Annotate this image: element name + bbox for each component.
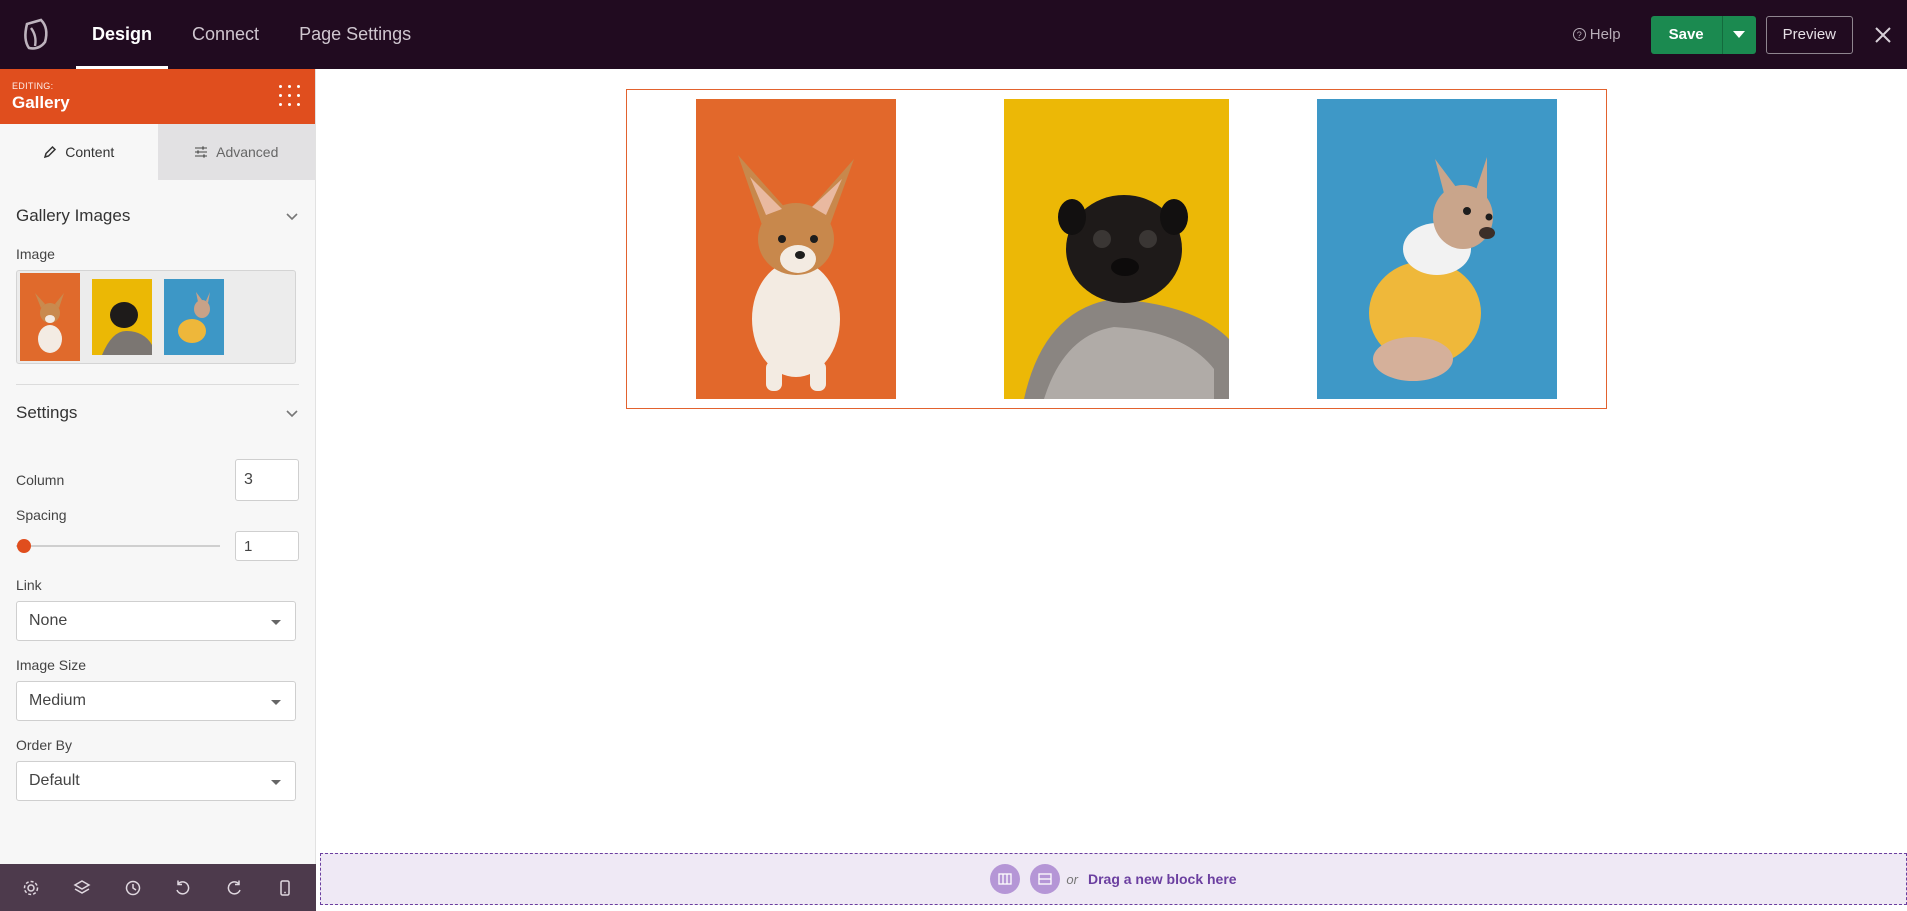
column-label: Column bbox=[16, 472, 65, 488]
gallery-image-frenchie[interactable] bbox=[1317, 99, 1557, 399]
tab-page-settings[interactable]: Page Settings bbox=[279, 0, 431, 69]
save-button-group: Save bbox=[1650, 15, 1756, 54]
help-link[interactable]: ? Help bbox=[1572, 26, 1621, 43]
settings-title: Settings bbox=[16, 403, 78, 422]
columns-icon[interactable] bbox=[990, 864, 1021, 894]
image-label: Image bbox=[16, 246, 55, 262]
drop-block-zone[interactable]: or Drag a new block here bbox=[320, 853, 1907, 905]
panel-tabs: Content Advanced bbox=[0, 124, 315, 180]
thumb-frenchie[interactable] bbox=[164, 279, 224, 355]
editing-label: EDITING: bbox=[12, 81, 54, 91]
app-logo-icon[interactable] bbox=[0, 0, 72, 69]
settings-icon[interactable] bbox=[16, 873, 46, 903]
gallery-block[interactable] bbox=[626, 89, 1607, 409]
tab-content-label: Content bbox=[65, 144, 115, 160]
tab-design[interactable]: Design bbox=[72, 0, 172, 69]
tab-content[interactable]: Content bbox=[0, 124, 158, 180]
tab-advanced[interactable]: Advanced bbox=[157, 124, 315, 180]
slider-handle[interactable] bbox=[17, 539, 31, 553]
help-label: Help bbox=[1589, 26, 1621, 43]
tab-advanced-label: Advanced bbox=[216, 144, 279, 160]
gallery-image-picker[interactable] bbox=[16, 270, 296, 364]
slider-track bbox=[16, 545, 220, 547]
link-select[interactable]: None bbox=[16, 601, 296, 641]
spacing-input[interactable]: 1 bbox=[235, 531, 299, 561]
sidebar-bottom-toolbar bbox=[0, 864, 316, 911]
gallery-image-pug[interactable] bbox=[1004, 99, 1229, 399]
chevron-down-icon bbox=[286, 212, 298, 220]
settings-sidebar: EDITING: Gallery Content Advanced Galler… bbox=[0, 69, 316, 911]
editing-header: EDITING: Gallery bbox=[0, 69, 315, 124]
preview-button[interactable]: Preview bbox=[1765, 15, 1853, 54]
thumb-pug[interactable] bbox=[92, 279, 152, 355]
rows-icon[interactable] bbox=[1030, 864, 1061, 894]
save-button[interactable]: Save bbox=[1650, 15, 1722, 54]
pencil-icon bbox=[44, 145, 57, 159]
page-canvas: or Drag a new block here bbox=[317, 69, 1907, 911]
tab-connect[interactable]: Connect bbox=[172, 0, 279, 69]
settings-section-toggle[interactable]: Settings bbox=[0, 385, 315, 441]
dropzone-or-label: or bbox=[1066, 871, 1078, 887]
image-size-select[interactable]: Medium bbox=[16, 681, 296, 721]
close-icon[interactable] bbox=[1871, 23, 1895, 47]
top-bar: Design Connect Page Settings ? Help Save… bbox=[0, 0, 1907, 69]
image-size-label: Image Size bbox=[16, 657, 87, 673]
link-label: Link bbox=[16, 577, 42, 593]
gallery-images-title: Gallery Images bbox=[16, 206, 131, 225]
chevron-down-icon bbox=[286, 409, 298, 417]
help-icon: ? bbox=[1572, 28, 1586, 41]
redo-icon[interactable] bbox=[219, 873, 249, 903]
order-by-select[interactable]: Default bbox=[16, 761, 296, 801]
grid-menu-icon[interactable] bbox=[279, 85, 301, 107]
gallery-image-corgi[interactable] bbox=[696, 99, 896, 399]
mobile-icon[interactable] bbox=[270, 873, 300, 903]
spacing-slider[interactable] bbox=[16, 538, 220, 554]
order-by-label: Order By bbox=[16, 737, 73, 753]
spacing-label: Spacing bbox=[16, 507, 67, 523]
save-dropdown-button[interactable] bbox=[1721, 15, 1756, 54]
column-input[interactable]: 3 bbox=[235, 459, 299, 501]
sliders-icon bbox=[195, 146, 208, 158]
thumb-corgi[interactable] bbox=[20, 273, 80, 361]
gallery-images-section-toggle[interactable]: Gallery Images bbox=[0, 188, 315, 244]
history-icon[interactable] bbox=[118, 873, 148, 903]
dropzone-text[interactable]: Drag a new block here bbox=[1088, 871, 1237, 887]
undo-icon[interactable] bbox=[168, 873, 198, 903]
layers-icon[interactable] bbox=[67, 873, 97, 903]
editing-title: Gallery bbox=[12, 93, 70, 112]
